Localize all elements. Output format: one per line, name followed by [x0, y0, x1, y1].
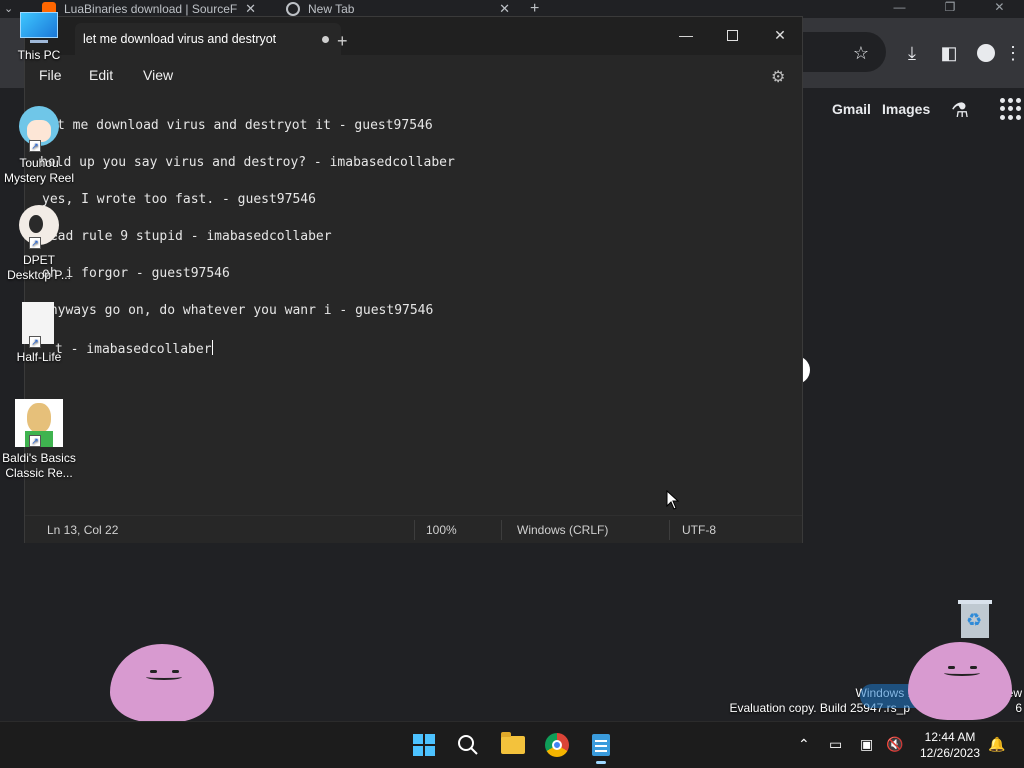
notepad-icon[interactable]: [588, 732, 614, 758]
download-icon[interactable]: ⤓: [901, 42, 923, 64]
mouse-cursor-icon: [666, 490, 680, 510]
chrome-window-controls: — ❐ ✕: [874, 0, 1024, 18]
close-button[interactable]: ✕: [757, 21, 803, 49]
desktop-icon-this-pc[interactable]: This PC: [0, 10, 78, 63]
text-line: hold up you say virus and destroy? - ima…: [40, 155, 455, 170]
shortcut-arrow-icon: ↗: [29, 435, 41, 447]
text-line: t me download virus and destryot it - gu…: [57, 118, 433, 133]
desktop-icon-label: Half-Life: [16, 350, 62, 364]
windows-watermark-line2-tail: 6: [1015, 701, 1022, 715]
text-line-current: t - imabasedcollaber: [55, 340, 213, 357]
maximize-button[interactable]: [709, 21, 755, 49]
zoom-level[interactable]: 100%: [426, 523, 457, 537]
encoding[interactable]: UTF-8: [682, 523, 716, 537]
ditto-desktop-pet[interactable]: [908, 642, 1012, 720]
clock-date: 12/26/2023: [919, 746, 981, 760]
apps-grid-icon[interactable]: [1000, 98, 1022, 120]
show-hidden-icons-icon[interactable]: ⌃: [798, 736, 810, 753]
close-tab-icon[interactable]: ✕: [245, 1, 256, 17]
desktop-icon-dpet[interactable]: ↗ DPET Desktop P...: [0, 203, 78, 283]
desktop-icon-label: Desktop P...: [7, 268, 71, 282]
text-line: anyways go on, do whatever you wanr i - …: [42, 303, 434, 318]
desktop-icon-label: Baldi's Basics: [2, 451, 76, 465]
text-caret: [211, 340, 213, 355]
volume-muted-icon[interactable]: 🔇: [886, 736, 903, 753]
minimize-icon: —: [679, 27, 693, 43]
line-ending[interactable]: Windows (CRLF): [517, 523, 608, 537]
ditto-eye: [948, 666, 955, 669]
side-panel-icon[interactable]: ◧: [938, 42, 960, 64]
status-divider: [669, 520, 670, 540]
battery-icon[interactable]: ▭: [829, 736, 842, 753]
restore-icon[interactable]: ❐: [945, 0, 956, 18]
menu-file[interactable]: File: [39, 67, 62, 83]
file-icon: ↗: [15, 302, 63, 348]
touhou-character-icon: ↗: [15, 104, 63, 154]
desktop-icon-label: Mystery Reel: [3, 171, 74, 185]
browser-tab-title: LuaBinaries download | SourceF: [64, 2, 238, 16]
cursor-position: Ln 13, Col 22: [47, 523, 119, 537]
status-divider: [414, 520, 415, 540]
chrome-icon[interactable]: [544, 732, 570, 758]
file-explorer-icon[interactable]: [500, 732, 526, 758]
notepad-statusbar: Ln 13, Col 22 100% Windows (CRLF) UTF-8: [25, 515, 802, 543]
images-link[interactable]: Images: [882, 101, 930, 117]
minimize-button[interactable]: —: [663, 21, 709, 49]
shortcut-arrow-icon: ↗: [29, 237, 41, 249]
running-app-indicator: [596, 761, 606, 764]
search-icon[interactable]: [455, 732, 481, 758]
unsaved-dot-icon[interactable]: [322, 35, 329, 43]
maximize-icon: [726, 29, 738, 41]
ditto-mouth: [146, 674, 182, 680]
baldi-icon: ↗: [15, 399, 63, 449]
ditto-desktop-pet[interactable]: [110, 644, 214, 722]
desktop-icon-label: This PC: [17, 48, 61, 62]
chrome-menu-icon[interactable]: ⋮: [1002, 42, 1024, 64]
notepad-menubar: [25, 55, 802, 95]
notepad-window: let me download virus and destryot + — ✕…: [24, 16, 803, 543]
dpet-icon: ↗: [15, 203, 63, 251]
notification-bell-icon[interactable]: 🔔: [988, 736, 1005, 753]
desktop-icon-label: Classic Re...: [5, 466, 73, 480]
profile-icon[interactable]: [975, 42, 997, 64]
text-line: t - imabasedcollaber: [55, 342, 212, 357]
gmail-link[interactable]: Gmail: [832, 101, 871, 117]
close-icon[interactable]: ✕: [994, 0, 1004, 18]
recycle-bin-icon[interactable]: ♻: [956, 598, 994, 642]
shortcut-arrow-icon: ↗: [29, 336, 41, 348]
network-icon[interactable]: ▣: [860, 736, 873, 753]
bookmark-star-icon[interactable]: ☆: [850, 42, 872, 64]
monitor-icon: [18, 10, 60, 46]
close-tab-icon[interactable]: ✕: [499, 1, 510, 17]
text-line: yes, I wrote too fast. - guest97546: [42, 192, 316, 207]
minimize-icon[interactable]: —: [894, 0, 906, 18]
desktop-icon-label: Touhou: [19, 156, 59, 170]
settings-gear-icon[interactable]: ⚙: [771, 67, 785, 87]
new-tab-icon[interactable]: +: [337, 31, 348, 52]
address-bar[interactable]: [800, 32, 886, 72]
browser-tab-title: New Tab: [308, 2, 355, 16]
start-windows-icon[interactable]: [411, 732, 437, 758]
system-clock[interactable]: 12:44 AM 12/26/2023: [910, 729, 990, 761]
menu-edit[interactable]: Edit: [89, 67, 113, 83]
text-line: read rule 9 stupid - imabasedcollaber: [42, 229, 332, 244]
ditto-mouth: [944, 670, 980, 676]
menu-view[interactable]: View: [143, 67, 173, 83]
status-divider: [501, 520, 502, 540]
desktop-icon-label: DPET: [22, 253, 55, 267]
clock-time: 12:44 AM: [924, 730, 976, 744]
ditto-eye: [172, 670, 179, 673]
labs-flask-icon[interactable]: ⚗: [951, 98, 969, 123]
desktop-icon-touhou[interactable]: ↗ Touhou Mystery Reel: [0, 104, 78, 186]
ditto-eye: [970, 666, 977, 669]
close-icon: ✕: [774, 26, 786, 43]
chrome-icon: [286, 2, 300, 16]
desktop-icon-half-life[interactable]: ↗ Half-Life: [0, 302, 78, 365]
shortcut-arrow-icon: ↗: [29, 140, 41, 152]
notepad-tab-title: let me download virus and destryot: [83, 32, 277, 46]
notepad-tab[interactable]: let me download virus and destryot: [75, 23, 341, 55]
text-editor-area[interactable]: t me download virus and destryot it - gu…: [25, 95, 802, 515]
ditto-eye: [150, 670, 157, 673]
desktop-icon-baldis-basics[interactable]: ↗ Baldi's Basics Classic Re...: [0, 399, 78, 481]
